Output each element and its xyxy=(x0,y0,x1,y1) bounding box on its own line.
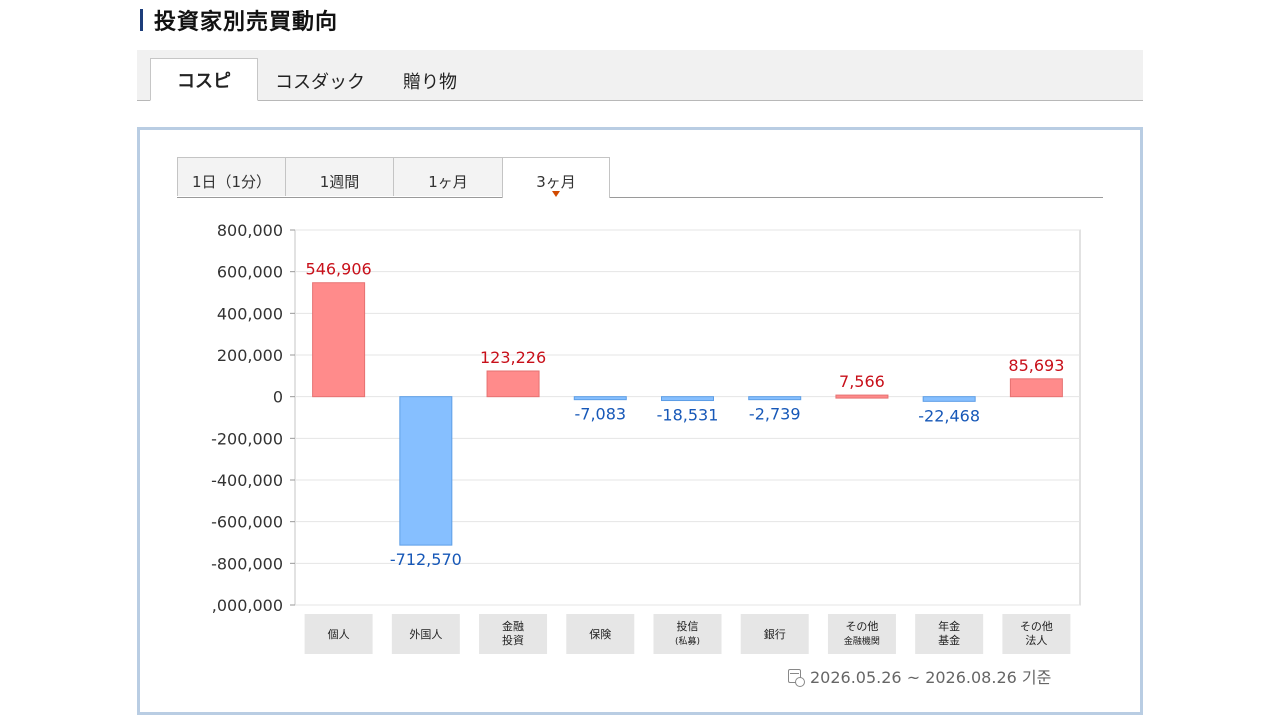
x-tick-label: 投信 xyxy=(677,619,699,633)
y-tick-label: -600,000 xyxy=(211,513,283,532)
x-tick-label: 投資 xyxy=(502,633,524,647)
data-label: -22,468 xyxy=(918,406,980,425)
date-range-text: 2026.05.26 ~ 2026.08.26 기준 xyxy=(810,668,1052,687)
calendar-clock-icon xyxy=(788,669,805,687)
x-tick-label: 基金 xyxy=(938,633,960,647)
y-tick-label: -200,000 xyxy=(211,429,283,448)
tab-kosdaq[interactable]: コスダック xyxy=(261,65,379,101)
date-range: 2026.05.26 ~ 2026.08.26 기준 xyxy=(788,664,1051,688)
x-tick-label: 外国人 xyxy=(409,628,442,641)
bar xyxy=(835,394,889,399)
bar xyxy=(748,396,802,401)
x-tick-label: 金融機関 xyxy=(844,635,880,647)
x-tick-label: 金融 xyxy=(502,619,524,633)
data-label: -18,531 xyxy=(657,406,719,425)
data-label: -7,083 xyxy=(574,405,626,424)
x-tick-label: 銀行 xyxy=(764,627,786,641)
x-tick-label: 法人 xyxy=(1025,633,1047,647)
market-tabs: コスピ コスダック 贈り物 xyxy=(137,50,1143,101)
y-tick-label: 600,000 xyxy=(217,263,283,282)
x-tick-label: (私募) xyxy=(675,635,700,647)
data-label: 546,906 xyxy=(306,260,372,279)
y-tick-label: 400,000 xyxy=(217,304,283,323)
investor-bar-chart: 800,000 600,000 400,000 200,000 0 -200,000 -40… xyxy=(211,221,1081,654)
x-tick-label: 個人 xyxy=(328,628,350,641)
bar xyxy=(922,396,976,402)
x-tick-label: その他 xyxy=(1020,620,1053,633)
y-tick-label: -800,000 xyxy=(211,554,283,573)
data-label: 85,693 xyxy=(1008,356,1064,375)
y-tick-label: 200,000 xyxy=(217,346,283,365)
y-tick-label: 0 xyxy=(273,388,283,407)
bar xyxy=(312,282,366,398)
y-tick-label: -400,000 xyxy=(211,471,283,490)
x-tick-label: 年金 xyxy=(938,619,960,633)
bar xyxy=(1009,378,1063,398)
bar xyxy=(486,370,540,398)
data-label: -712,570 xyxy=(390,550,462,569)
bar xyxy=(399,396,453,546)
tab-futures[interactable]: 贈り物 xyxy=(389,65,471,101)
data-label: -2,739 xyxy=(749,405,801,424)
data-label: 123,226 xyxy=(480,348,546,367)
y-tick-label: 800,000 xyxy=(217,221,283,240)
x-tick-label: 保険 xyxy=(589,627,611,641)
data-label: 7,566 xyxy=(839,372,885,391)
page-title-text: 投資家別売買動向 xyxy=(154,10,339,35)
tab-kospi[interactable]: コスピ xyxy=(150,58,258,101)
title-accent-bar xyxy=(140,9,143,31)
x-tick-label: その他 xyxy=(845,620,878,633)
page-title: 投資家別売買動向 xyxy=(140,4,338,36)
bar xyxy=(573,396,627,401)
bar xyxy=(661,396,714,402)
chart-panel: 1日（1分） 1週間 1ヶ月 3ヶ月 800,000 600,000 400,000… xyxy=(137,127,1143,715)
y-tick-label: ,000,000 xyxy=(212,596,283,615)
